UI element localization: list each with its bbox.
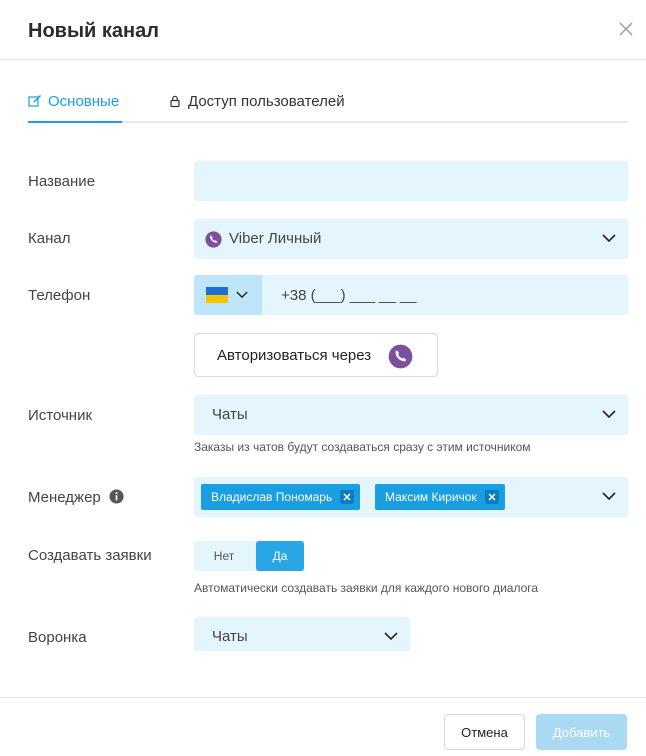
lock-icon [170, 95, 180, 108]
phone-label: Телефон [28, 287, 91, 304]
tab-bar: Основные Доступ пользователей [28, 88, 628, 123]
chevron-down-icon [236, 291, 248, 299]
tab-user-access[interactable]: Доступ пользователей [168, 88, 345, 123]
close-icon[interactable] [616, 19, 636, 39]
toggle-yes-option[interactable]: Да [256, 541, 304, 571]
manager-chip: Владислав Пономарь [201, 484, 361, 510]
cancel-button[interactable]: Отмена [444, 714, 525, 750]
source-hint: Заказы из чатов будут создаваться сразу … [194, 440, 531, 454]
create-requests-label: Создавать заявки [28, 547, 152, 564]
funnel-label: Воронка [28, 629, 87, 646]
country-select[interactable] [194, 275, 262, 315]
name-label: Название [28, 173, 96, 190]
funnel-value: Чаты [212, 628, 248, 645]
authorize-label: Авторизоваться через [217, 347, 372, 364]
ukraine-flag-icon [206, 287, 228, 303]
chevron-down-icon [602, 492, 616, 501]
channel-select[interactable]: Viber Личный [194, 219, 628, 259]
tab-basic-label: Основные [48, 93, 120, 110]
remove-icon[interactable] [340, 490, 355, 504]
tab-user-access-label: Доступ пользователей [188, 93, 345, 110]
funnel-select[interactable]: Чаты [194, 617, 410, 651]
edit-icon [28, 94, 42, 107]
create-requests-hint: Автоматически создавать заявки для каждо… [194, 581, 539, 595]
source-value: Чаты [212, 406, 248, 423]
authorize-viber-button[interactable]: Авторизоваться через [194, 333, 438, 377]
phone-mask: +38 (___) ___ __ __ [281, 287, 417, 304]
name-input[interactable] [194, 161, 628, 201]
viber-icon [205, 231, 222, 248]
new-channel-dialog: Новый канал Основные Доступ пользователе… [0, 0, 646, 756]
dialog-header: Новый канал [0, 0, 646, 60]
manager-chip-label: Максим Киричок [385, 490, 477, 504]
remove-icon[interactable] [484, 490, 499, 504]
viber-icon [388, 344, 413, 369]
source-select[interactable]: Чаты [194, 395, 628, 435]
chevron-down-icon [602, 234, 616, 243]
manager-chip-label: Владислав Пономарь [211, 490, 333, 504]
tab-basic[interactable]: Основные [28, 88, 122, 123]
phone-input[interactable]: +38 (___) ___ __ __ [194, 275, 628, 315]
chevron-down-icon [602, 410, 616, 419]
toggle-no-option[interactable]: Нет [194, 541, 254, 571]
manager-chip: Максим Киричок [375, 484, 505, 510]
info-icon[interactable] [109, 489, 124, 504]
add-button[interactable]: Добавить [536, 714, 627, 750]
source-label: Источник [28, 407, 93, 424]
channel-label: Канал [28, 230, 71, 247]
chevron-down-icon [384, 632, 398, 641]
channel-value: Viber Личный [229, 230, 322, 247]
dialog-title: Новый канал [28, 20, 159, 42]
manager-label: Менеджер [28, 489, 101, 506]
create-requests-toggle: Нет Да [194, 541, 304, 571]
